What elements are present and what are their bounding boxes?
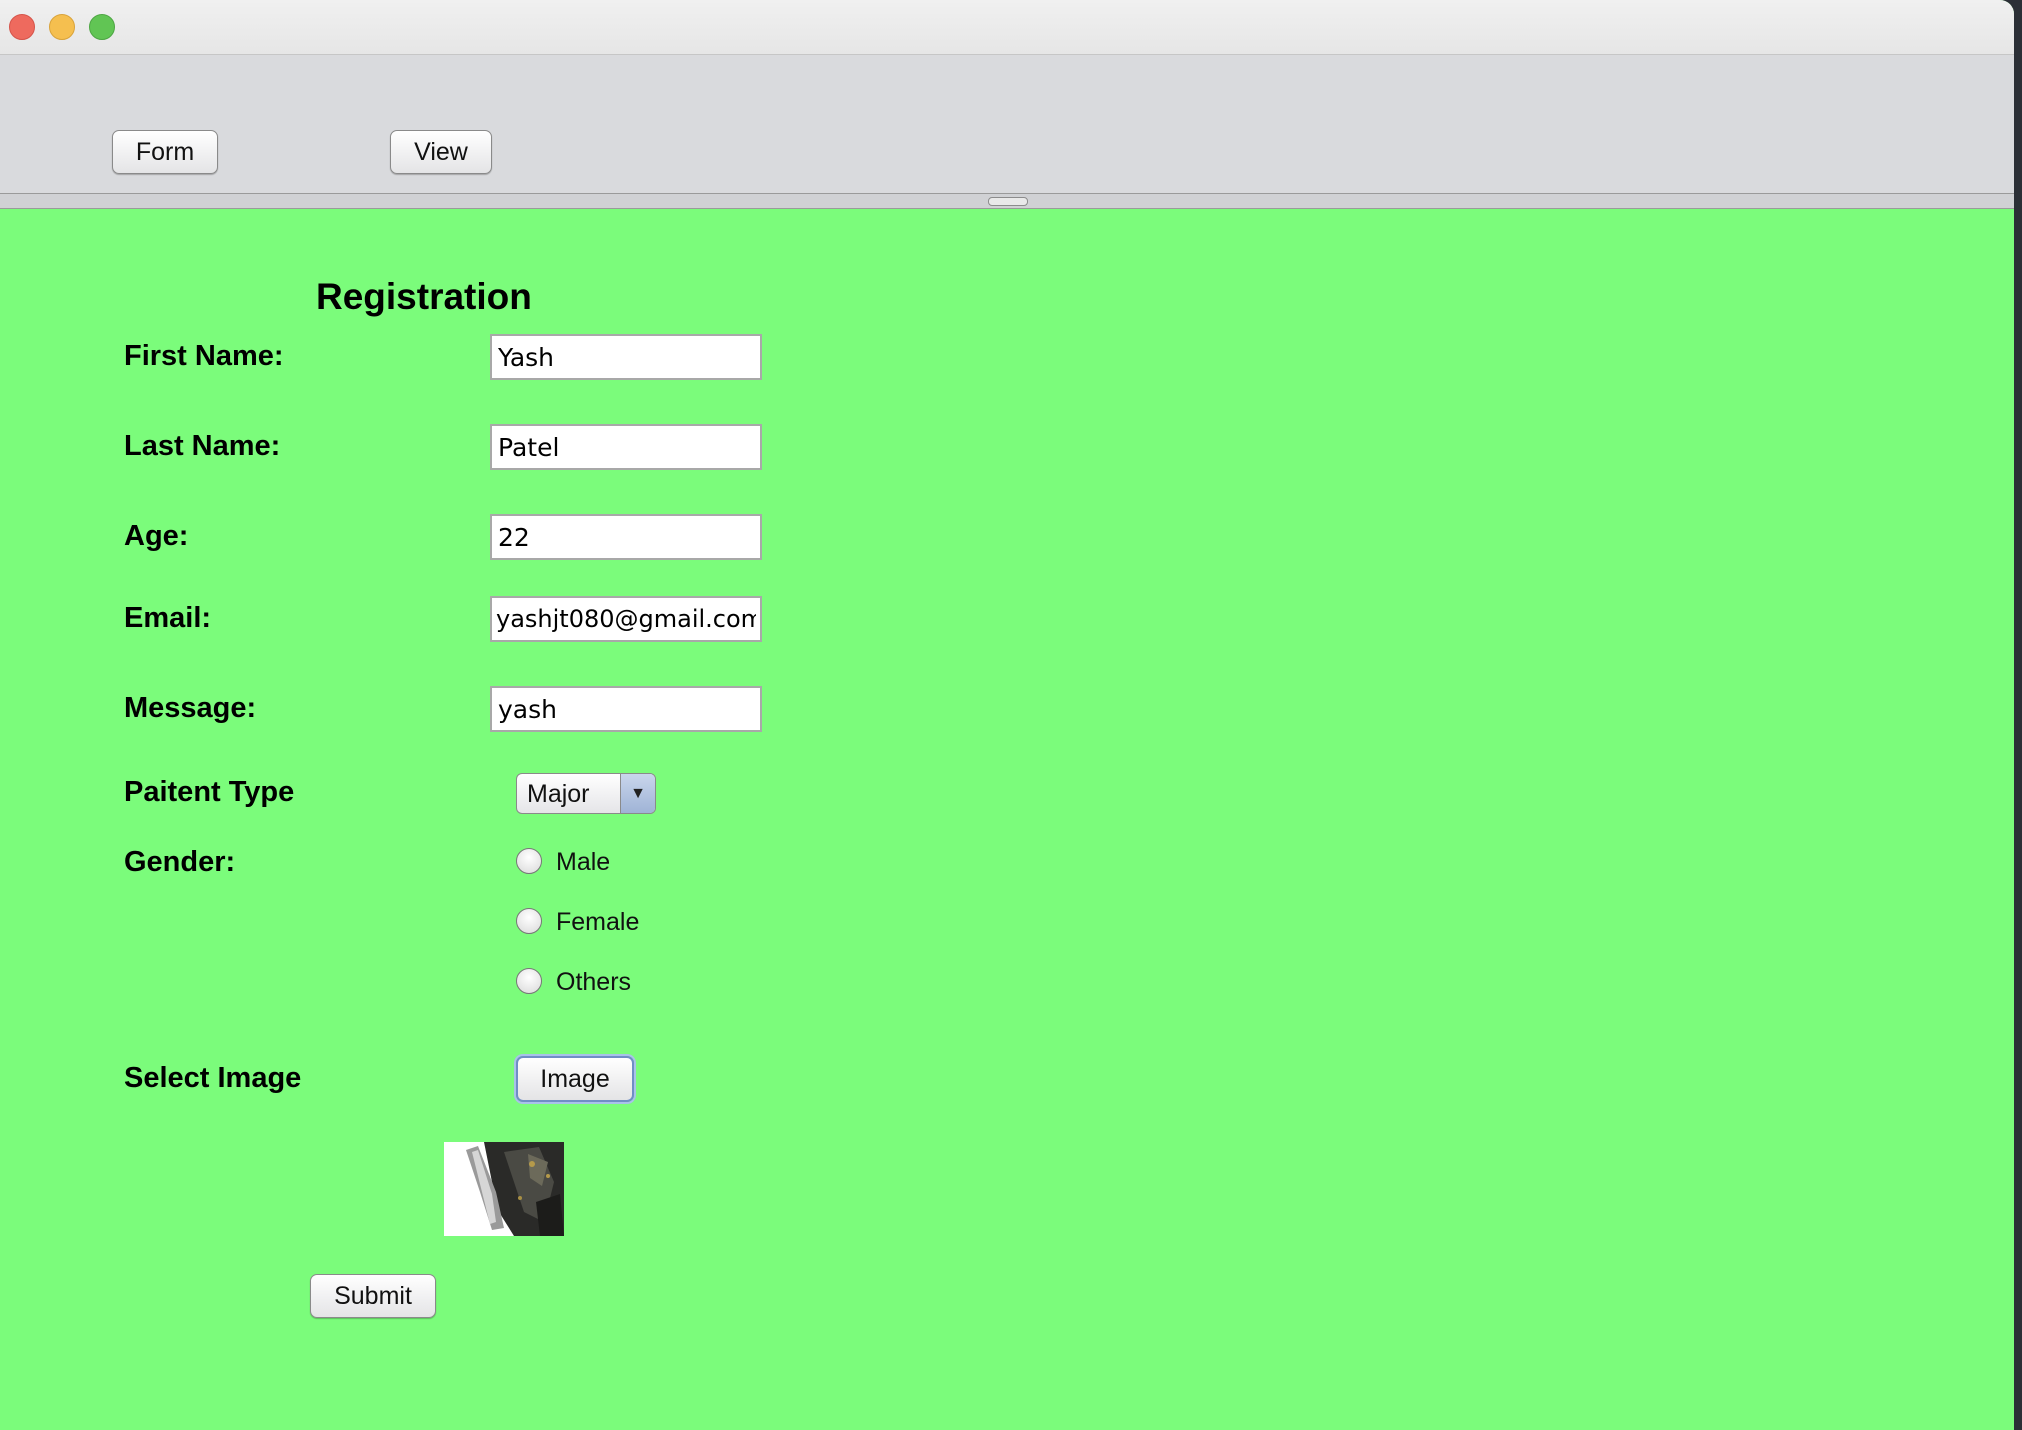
first-name-field[interactable] (490, 334, 762, 380)
select-image-label: Select Image (124, 1062, 302, 1094)
close-window-button[interactable] (9, 14, 35, 40)
patient-type-select[interactable]: Major ▼ (516, 773, 656, 814)
form-title: Registration (316, 276, 532, 317)
message-field[interactable] (490, 686, 762, 732)
selected-image-preview (444, 1142, 564, 1236)
image-button[interactable]: Image (516, 1056, 634, 1102)
chevron-down-icon[interactable]: ▼ (620, 774, 655, 813)
zoom-window-button[interactable] (89, 14, 115, 40)
form-button[interactable]: Form (112, 130, 218, 174)
female-radio-button[interactable] (516, 908, 542, 934)
image-thumbnail-icon (444, 1142, 564, 1236)
male-radio-label: Male (556, 848, 611, 876)
first-name-label: First Name: (124, 340, 284, 372)
divider-grip-icon[interactable] (988, 197, 1028, 206)
age-field[interactable] (490, 514, 762, 560)
view-button[interactable]: View (390, 130, 492, 174)
submit-button[interactable]: Submit (310, 1274, 436, 1318)
patient-type-label: Paitent Type (124, 776, 295, 808)
male-radio-button[interactable] (516, 848, 542, 874)
email-label: Email: (124, 602, 212, 634)
others-radio-button[interactable] (516, 968, 542, 994)
patient-type-selected-value: Major (527, 780, 590, 808)
last-name-field[interactable] (490, 424, 762, 470)
message-label: Message: (124, 692, 257, 724)
application-window: Form View Registration First Name: Last … (0, 0, 2014, 1430)
others-radio-label: Others (556, 968, 632, 996)
minimize-window-button[interactable] (49, 14, 75, 40)
last-name-label: Last Name: (124, 430, 281, 462)
email-field[interactable] (490, 596, 762, 642)
title-bar (0, 0, 2014, 55)
female-radio-label: Female (556, 908, 640, 936)
gender-label: Gender: (124, 846, 236, 878)
split-pane-divider[interactable] (0, 193, 2014, 209)
age-label: Age: (124, 520, 189, 552)
toolbar-panel: Form View (0, 55, 2014, 193)
